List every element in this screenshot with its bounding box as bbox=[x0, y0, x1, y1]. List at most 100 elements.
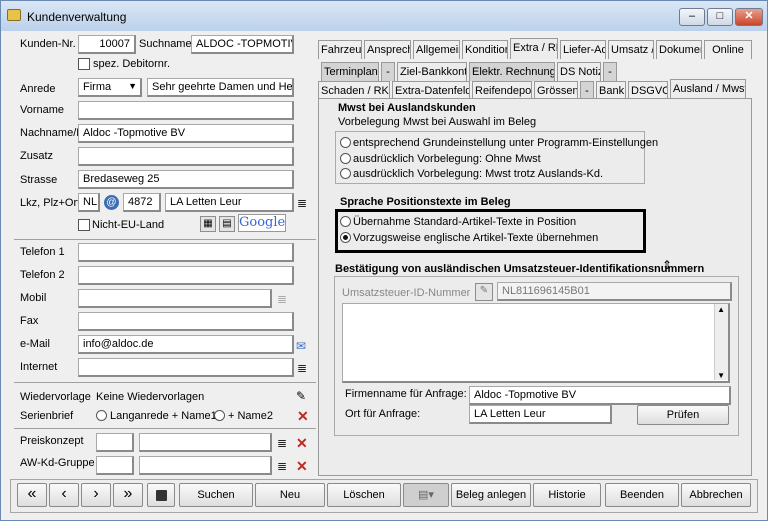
minimize-button[interactable]: – bbox=[679, 8, 705, 26]
browser-icon[interactable]: ≣ bbox=[297, 362, 307, 374]
nicht-eu-checkbox[interactable] bbox=[78, 219, 90, 231]
loeschen-button[interactable]: Löschen bbox=[327, 483, 401, 507]
pruefen-button[interactable]: Prüfen bbox=[637, 405, 729, 425]
last-record-button[interactable]: » bbox=[113, 483, 143, 507]
globe-icon[interactable]: @ bbox=[104, 195, 119, 210]
divider bbox=[14, 239, 316, 240]
tab-kondition[interactable]: Kondition bbox=[462, 40, 508, 59]
tab-empty-1[interactable]: - bbox=[381, 62, 395, 81]
tab-dokumente[interactable]: Dokumen bbox=[656, 40, 702, 59]
lkz-field[interactable]: NL bbox=[78, 193, 100, 212]
strasse-label: Strasse bbox=[20, 174, 58, 186]
mwst-section-title: Mwst bei Auslandskunden bbox=[338, 102, 476, 114]
next-record-button[interactable]: › bbox=[81, 483, 111, 507]
maximize-button[interactable]: □ bbox=[707, 8, 733, 26]
close-button[interactable]: ✕ bbox=[735, 8, 763, 26]
mobil-field[interactable] bbox=[78, 289, 272, 308]
nachname-field[interactable]: Aldoc -Topmotive BV bbox=[78, 124, 294, 143]
firma-anfrage-field[interactable]: Aldoc -Topmotive BV bbox=[469, 386, 731, 405]
tab-umsatz[interactable]: Umsatz / I bbox=[608, 40, 654, 59]
edit-icon[interactable]: ✎ bbox=[296, 389, 306, 403]
list-icon[interactable]: ≣ bbox=[297, 197, 307, 209]
prev-record-button[interactable]: ‹ bbox=[49, 483, 79, 507]
sprache-radio-2[interactable] bbox=[340, 232, 351, 243]
fax-field[interactable] bbox=[78, 312, 294, 331]
save-button[interactable] bbox=[147, 483, 175, 507]
serienbrief-radio-2[interactable] bbox=[214, 410, 225, 421]
telefon1-field[interactable] bbox=[78, 243, 294, 262]
firma-anfrage-label: Firmenname für Anfrage: bbox=[345, 388, 467, 400]
wiedervorlage-value: Keine Wiedervorlagen bbox=[96, 391, 205, 403]
send-mail-icon[interactable]: ✉ bbox=[296, 339, 306, 353]
briefanrede-field[interactable]: Sehr geehrte Damen und Herre bbox=[147, 78, 294, 97]
mwst-radio-2[interactable] bbox=[340, 153, 351, 164]
internet-field[interactable] bbox=[78, 358, 294, 377]
tab-ansprech[interactable]: Ansprech bbox=[364, 40, 411, 59]
map-icon[interactable]: ▦ bbox=[200, 216, 216, 232]
tab-extra-rk[interactable]: Extra / RK bbox=[510, 38, 558, 59]
serienbrief-radio-1[interactable] bbox=[96, 410, 107, 421]
neu-button[interactable]: Neu bbox=[255, 483, 325, 507]
strasse-field[interactable]: Bredaseweg 25 bbox=[78, 170, 294, 189]
beenden-button[interactable]: Beenden bbox=[605, 483, 679, 507]
ort-field[interactable]: LA Letten Leur bbox=[165, 193, 294, 212]
mwst-radio-1[interactable] bbox=[340, 137, 351, 148]
abbrechen-button[interactable]: Abbrechen bbox=[681, 483, 751, 507]
plz-field[interactable]: 4872 bbox=[123, 193, 161, 212]
nicht-eu-label: Nicht-EU-Land bbox=[92, 219, 165, 231]
sms-icon[interactable]: ≣ bbox=[277, 293, 287, 305]
google-search-button[interactable]: Google bbox=[238, 214, 286, 232]
beleg-anlegen-button[interactable]: Beleg anlegen bbox=[451, 483, 531, 507]
tab-liefer-adr[interactable]: Liefer-Adr bbox=[560, 40, 606, 59]
ort-anfrage-field[interactable]: LA Letten Leur bbox=[469, 405, 612, 424]
calculator-icon[interactable]: ▤ bbox=[219, 216, 235, 232]
vorname-field[interactable] bbox=[78, 101, 294, 120]
divider bbox=[14, 382, 316, 383]
app-icon bbox=[7, 9, 21, 21]
sprache-radio-1[interactable] bbox=[340, 216, 351, 227]
tab-ausland-mwst[interactable]: Ausland / Mwst bbox=[670, 79, 746, 100]
tab-terminplaner[interactable]: Terminplaner bbox=[321, 62, 379, 81]
suchname-field[interactable]: ALDOC -TOPMOTIVE bbox=[191, 35, 294, 54]
zusatz-field[interactable] bbox=[78, 147, 294, 166]
mouse-cursor-icon: ⇕ bbox=[662, 258, 673, 272]
delete-icon[interactable]: ✕ bbox=[297, 409, 309, 423]
textarea-scrollbar[interactable] bbox=[714, 304, 728, 380]
kunden-nr-field[interactable]: 10007 bbox=[78, 35, 136, 54]
document-dropdown-button[interactable]: ▤▾ bbox=[403, 483, 449, 507]
tab-online[interactable]: Online bbox=[704, 40, 752, 59]
mwst-radio-3[interactable] bbox=[340, 168, 351, 179]
scroll-up-icon[interactable]: ▲ bbox=[717, 305, 725, 314]
tab-empty-2[interactable]: - bbox=[603, 62, 617, 81]
sprache-section-title: Sprache Positionstexte im Beleg bbox=[340, 196, 511, 208]
spez-debitor-checkbox[interactable] bbox=[78, 58, 90, 70]
preiskonzept-name-field[interactable] bbox=[139, 433, 272, 452]
delete-icon[interactable]: ✕ bbox=[296, 459, 308, 473]
tab-allgemein[interactable]: Allgemein bbox=[413, 40, 460, 59]
list-icon[interactable]: ≣ bbox=[277, 460, 287, 472]
mwst-opt1-label: entsprechend Grundeinstellung unter Prog… bbox=[353, 137, 659, 149]
telefon2-field[interactable] bbox=[78, 266, 294, 285]
tab-fahrzeug[interactable]: Fahrzeug bbox=[318, 40, 362, 59]
ust-section-title: Bestätigung von ausländischen Umsatzsteu… bbox=[335, 263, 705, 275]
scroll-down-icon[interactable]: ▼ bbox=[717, 371, 725, 380]
first-record-button[interactable]: « bbox=[17, 483, 47, 507]
awkd-code-field[interactable] bbox=[96, 456, 134, 475]
tab-ziel-bankkonto[interactable]: Ziel-Bankkonto bbox=[397, 62, 467, 81]
list-icon[interactable]: ≣ bbox=[277, 437, 287, 449]
suchen-button[interactable]: Suchen bbox=[179, 483, 253, 507]
delete-icon[interactable]: ✕ bbox=[296, 436, 308, 450]
preiskonzept-code-field[interactable] bbox=[96, 433, 134, 452]
fax-label: Fax bbox=[20, 315, 39, 327]
tab-ds-notiz[interactable]: DS Notiz bbox=[557, 62, 601, 81]
anrede-select[interactable]: Firma ▼ bbox=[78, 78, 142, 97]
serienbrief-opt1-label: Langanrede + Name1 bbox=[110, 410, 217, 422]
ort-anfrage-label: Ort für Anfrage: bbox=[345, 408, 421, 420]
tab-elektr-rechnungen[interactable]: Elektr. Rechnungen bbox=[469, 62, 555, 81]
awkd-name-field[interactable] bbox=[139, 456, 272, 475]
email-field[interactable]: info@aldoc.de bbox=[78, 335, 294, 354]
ust-id-field[interactable]: NL811696145B01 bbox=[497, 282, 732, 301]
ust-edit-icon[interactable]: ✎ bbox=[475, 283, 493, 301]
historie-button[interactable]: Historie bbox=[533, 483, 601, 507]
ust-result-textarea[interactable]: ▲ ▼ bbox=[342, 303, 730, 383]
